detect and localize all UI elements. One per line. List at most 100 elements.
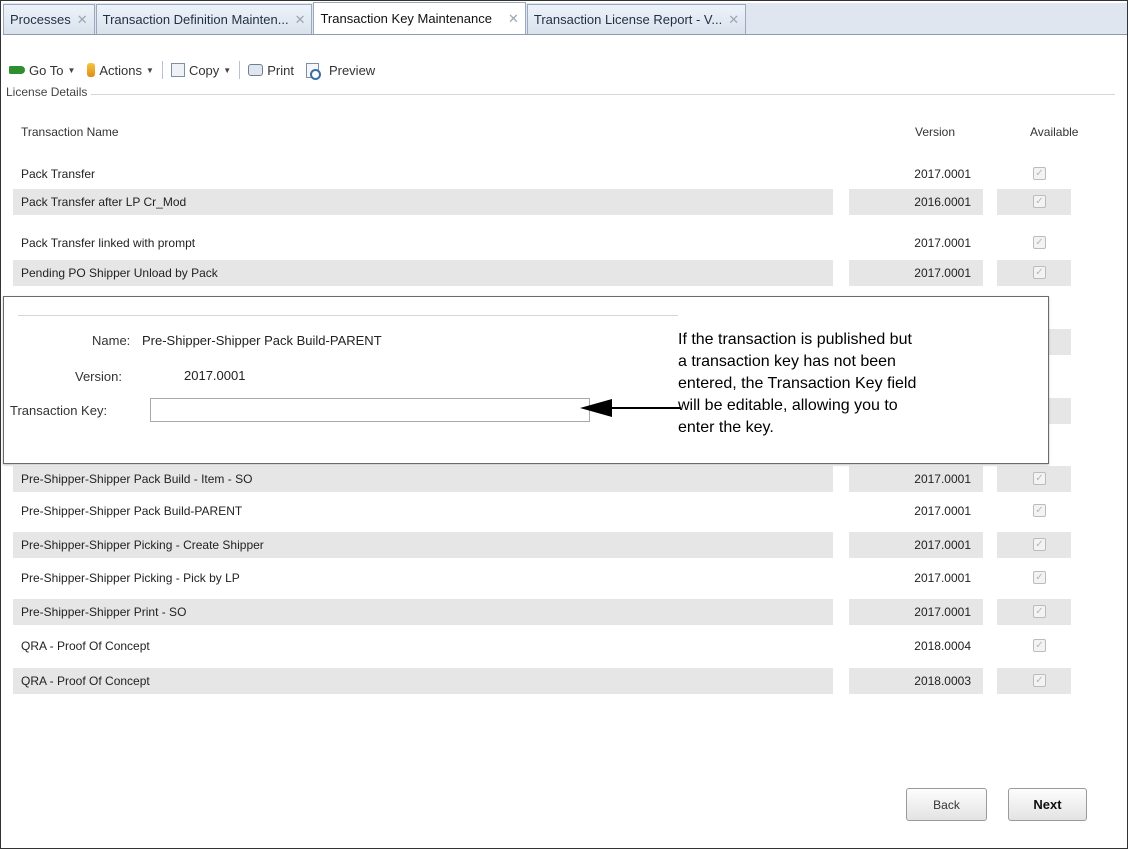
chevron-down-icon: ▼ — [67, 65, 76, 75]
callout-line: If the transaction is published but — [678, 331, 912, 348]
transaction-name: Pre-Shipper-Shipper Pack Build-PARENT — [21, 504, 243, 518]
tab-label: Transaction Key Maintenance — [320, 11, 492, 26]
available-cell: ✓ — [997, 633, 1071, 659]
close-icon[interactable]: ✕ — [728, 12, 739, 28]
printer-icon — [248, 64, 264, 76]
close-icon[interactable]: ✕ — [77, 12, 88, 28]
table-row[interactable]: QRA - Proof Of Concept 2018.0003 ✓ — [13, 668, 1073, 694]
transaction-name: QRA - Proof Of Concept — [13, 668, 833, 694]
back-button[interactable]: Back — [906, 788, 987, 821]
callout-line: enter the key. — [678, 419, 774, 436]
version-cell: 2017.0001 — [849, 599, 983, 625]
version-cell: 2016.0001 — [849, 189, 983, 215]
available-cell: ✓ — [997, 161, 1071, 187]
transaction-name: Pack Transfer after LP Cr_Mod — [13, 189, 833, 215]
column-header-available[interactable]: Available — [1030, 125, 1078, 139]
callout-line: will be editable, allowing you to — [678, 397, 898, 414]
available-cell: ✓ — [997, 230, 1071, 256]
arrow-head-icon — [580, 399, 612, 417]
print-button[interactable]: Print — [242, 63, 300, 78]
tab-transaction-license-report[interactable]: Transaction License Report - V... ✕ — [526, 4, 747, 34]
row-background — [1049, 398, 1071, 424]
table-row[interactable]: Pre-Shipper-Shipper Pack Build - Item - … — [13, 466, 1073, 492]
lightning-icon — [87, 63, 96, 77]
transaction-name: Pre-Shipper-Shipper Pack Build - Item - … — [13, 466, 833, 492]
print-label: Print — [267, 62, 294, 78]
tab-bar: Processes ✕ Transaction Definition Maint… — [3, 2, 1127, 35]
version-cell: 2017.0001 — [914, 504, 971, 518]
transaction-name: Pre-Shipper-Shipper Picking - Create Shi… — [13, 532, 833, 558]
available-cell: ✓ — [997, 189, 1071, 215]
callout-line: entered, the Transaction Key field — [678, 375, 917, 392]
copy-icon — [170, 63, 185, 77]
tab-transaction-key-maintenance[interactable]: Transaction Key Maintenance ✕ — [313, 2, 526, 34]
transaction-name: Pending PO Shipper Unload by Pack — [13, 260, 833, 286]
transaction-name: Pack Transfer linked with prompt — [21, 236, 196, 250]
version-cell: 2017.0001 — [849, 532, 983, 558]
table-row[interactable]: Pre-Shipper-Shipper Picking - Pick by LP… — [13, 565, 1073, 591]
chevron-down-icon: ▼ — [146, 65, 154, 75]
table-row[interactable]: Pre-Shipper-Shipper Pack Build-PARENT 20… — [13, 498, 1073, 524]
available-checkbox: ✓ — [1033, 236, 1046, 249]
chevron-down-icon: ▼ — [223, 65, 232, 75]
table-row[interactable]: Pack Transfer linked with prompt 2017.00… — [13, 230, 1073, 256]
table-row[interactable]: Pending PO Shipper Unload by Pack 2017.0… — [13, 260, 1073, 286]
tab-label: Processes — [10, 12, 71, 27]
transaction-name: Pre-Shipper-Shipper Picking - Pick by LP — [21, 571, 240, 585]
preview-button[interactable]: Preview — [300, 62, 381, 80]
version-cell: 2017.0001 — [914, 571, 971, 585]
actions-button[interactable]: Actions ▼ — [81, 63, 160, 78]
transaction-key-label: Transaction Key: — [10, 403, 108, 418]
preview-label: Preview — [328, 62, 376, 78]
tab-processes[interactable]: Processes ✕ — [3, 4, 95, 34]
callout-arrow — [610, 407, 681, 409]
goto-button[interactable]: Go To ▼ — [3, 63, 81, 78]
next-button[interactable]: Next — [1008, 788, 1087, 821]
tab-transaction-definition-maintenance[interactable]: Transaction Definition Mainten... ✕ — [95, 4, 313, 34]
available-checkbox: ✓ — [1033, 639, 1046, 652]
name-label: Name: — [92, 333, 131, 348]
available-checkbox: ✓ — [1033, 504, 1046, 517]
name-value: Pre-Shipper-Shipper Pack Build-PARENT — [142, 333, 382, 348]
preview-icon — [305, 62, 321, 80]
available-checkbox: ✓ — [1033, 195, 1046, 208]
copy-button[interactable]: Copy ▼ — [165, 63, 237, 78]
version-label: Version: — [75, 369, 122, 384]
version-cell: 2018.0004 — [914, 639, 971, 653]
version-cell: 2018.0003 — [849, 668, 983, 694]
available-checkbox: ✓ — [1033, 167, 1046, 180]
available-checkbox: ✓ — [1033, 472, 1046, 485]
close-icon[interactable]: ✕ — [295, 12, 306, 28]
available-cell: ✓ — [997, 466, 1071, 492]
available-checkbox: ✓ — [1033, 538, 1046, 551]
toolbar: Go To ▼ Actions ▼ Copy ▼ Print Preview — [3, 57, 381, 83]
version-cell: 2017.0001 — [914, 167, 971, 181]
available-checkbox: ✓ — [1033, 674, 1046, 687]
table-row[interactable]: QRA - Proof Of Concept 2018.0004 ✓ — [13, 633, 1073, 659]
transaction-key-panel: Name: Pre-Shipper-Shipper Pack Build-PAR… — [3, 296, 1049, 464]
toolbar-divider — [161, 61, 163, 79]
available-cell: ✓ — [997, 565, 1071, 591]
column-header-version[interactable]: Version — [915, 125, 955, 139]
panel-divider — [18, 315, 678, 316]
table-row[interactable]: Pack Transfer after LP Cr_Mod 2016.0001 … — [13, 189, 1073, 215]
available-cell: ✓ — [997, 599, 1071, 625]
app-window: Processes ✕ Transaction Definition Maint… — [0, 0, 1128, 849]
actions-label: Actions — [99, 62, 143, 78]
table-row[interactable]: Pack Transfer 2017.0001 ✓ — [13, 161, 1073, 187]
transaction-name: QRA - Proof Of Concept — [21, 639, 150, 653]
table-row[interactable]: Pre-Shipper-Shipper Print - SO 2017.0001… — [13, 599, 1073, 625]
close-icon[interactable]: ✕ — [508, 11, 519, 27]
available-cell: ✓ — [997, 532, 1071, 558]
toolbar-divider — [239, 61, 241, 79]
version-cell: 2017.0001 — [849, 260, 983, 286]
available-checkbox: ✓ — [1033, 571, 1046, 584]
transaction-key-input[interactable] — [150, 398, 590, 422]
table-row[interactable]: Pre-Shipper-Shipper Picking - Create Shi… — [13, 532, 1073, 558]
callout-text: If the transaction is published but a tr… — [678, 329, 1018, 439]
copy-label: Copy — [188, 62, 220, 78]
available-checkbox: ✓ — [1033, 605, 1046, 618]
column-header-name[interactable]: Transaction Name — [21, 125, 119, 139]
available-cell: ✓ — [997, 498, 1071, 524]
transaction-name: Pre-Shipper-Shipper Print - SO — [13, 599, 833, 625]
